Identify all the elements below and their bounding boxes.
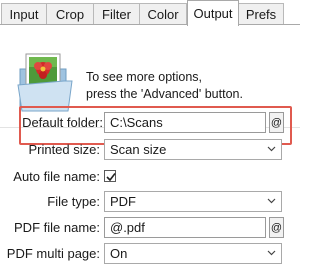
default-folder-label: Default folder: (22, 115, 103, 130)
printed-size-label: Printed size: (28, 142, 100, 157)
printed-size-row: Printed size: Scan size (0, 139, 300, 161)
pdf-file-name-row: PDF file name: @.pdf @ (0, 217, 300, 239)
pdf-multi-page-select[interactable]: On (104, 243, 282, 264)
file-type-row: File type: PDF (0, 191, 300, 213)
tab-bar: Input Crop Filter Color Output Prefs (0, 0, 300, 26)
tab-filter[interactable]: Filter (93, 3, 140, 25)
hint-line-2: press the 'Advanced' button. (86, 87, 243, 101)
hint-message: To see more options, press the 'Advanced… (86, 69, 286, 103)
tab-output[interactable]: Output (187, 0, 239, 26)
printed-size-select[interactable]: Scan size (104, 139, 282, 160)
default-folder-row: Default folder: C:\Scans @ (0, 112, 300, 134)
default-folder-input[interactable]: C:\Scans (104, 112, 266, 133)
file-type-value: PDF (110, 194, 136, 209)
file-type-label: File type: (47, 194, 100, 209)
tab-color[interactable]: Color (139, 3, 187, 25)
tab-input[interactable]: Input (1, 3, 47, 25)
tab-crop[interactable]: Crop (46, 3, 94, 25)
output-panel: To see more options, press the 'Advanced… (0, 25, 300, 272)
pdf-file-name-macro-button[interactable]: @ (269, 217, 284, 238)
pdf-file-name-label: PDF file name: (14, 220, 100, 235)
pdf-multi-page-value: On (110, 246, 128, 261)
hint-line-1: To see more options, (86, 70, 203, 84)
checkmark-icon (106, 173, 116, 182)
chevron-down-icon (267, 146, 276, 152)
tab-prefs[interactable]: Prefs (238, 3, 284, 25)
printed-size-value: Scan size (110, 142, 167, 157)
auto-file-name-checkbox[interactable] (104, 170, 116, 182)
pdf-multi-page-row: PDF multi page: On (0, 243, 300, 265)
auto-file-name-label: Auto file name: (13, 169, 100, 184)
chevron-down-icon (267, 198, 276, 204)
file-type-select[interactable]: PDF (104, 191, 282, 212)
pdf-multi-page-label: PDF multi page: (6, 246, 100, 261)
auto-file-name-row: Auto file name: (0, 166, 300, 188)
default-folder-browse-button[interactable]: @ (269, 112, 284, 133)
folder-with-picture-icon (17, 53, 73, 112)
chevron-down-icon (267, 250, 276, 256)
pdf-file-name-input[interactable]: @.pdf (104, 217, 266, 238)
